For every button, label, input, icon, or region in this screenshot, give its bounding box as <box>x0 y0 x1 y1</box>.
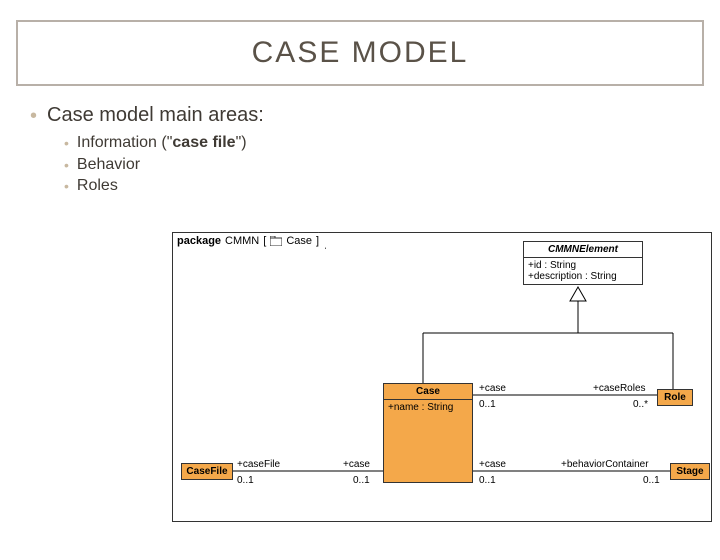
main-bullet-text: Case model main areas: <box>47 104 264 127</box>
class-attrs: +id : String +description : String <box>524 257 642 284</box>
assoc-mult: 0..1 <box>643 475 660 486</box>
attr: +description : String <box>528 271 638 282</box>
assoc-mult: 0..1 <box>479 475 496 486</box>
attr: +name : String <box>388 402 468 413</box>
assoc-mult: 0..* <box>633 399 648 410</box>
sub-bullet-text: Behavior <box>77 156 140 174</box>
class-name: Role <box>658 390 692 405</box>
class-attrs: +name : String <box>384 399 472 415</box>
info-pre: Information (" <box>77 134 173 151</box>
bullet-icon: • <box>64 156 69 176</box>
assoc-end: +caseFile <box>237 459 280 470</box>
assoc-mult: 0..1 <box>353 475 370 486</box>
sub-bullet-information: • Information ("case file") <box>64 134 690 154</box>
class-name: CaseFile <box>182 464 232 479</box>
class-name: Case <box>384 384 472 399</box>
class-case: Case +name : String <box>383 383 473 483</box>
info-post: ") <box>236 134 247 151</box>
bullet-icon: • <box>64 177 69 197</box>
assoc-end: +case <box>479 383 506 394</box>
info-bold: case file <box>172 134 235 151</box>
uml-diagram: package CMMN [ Case ] CMMNElement +id : … <box>172 232 712 522</box>
package-bracket: ] <box>316 235 319 247</box>
package-tab: package CMMN [ Case ] <box>172 232 326 249</box>
class-stage: Stage <box>670 463 710 480</box>
attr: +id : String <box>528 260 638 271</box>
package-bracket: [ <box>263 235 266 247</box>
main-bullet: • Case model main areas: <box>30 104 690 128</box>
class-name: Stage <box>671 464 709 479</box>
assoc-end: +case <box>343 459 370 470</box>
assoc-end: +caseRoles <box>593 383 646 394</box>
package-view: Case <box>286 235 312 247</box>
package-keyword: package <box>177 235 221 247</box>
sub-bullet-text: Roles <box>77 177 118 195</box>
slide-title: CASE MODEL <box>18 36 702 70</box>
assoc-end: +behaviorContainer <box>561 459 649 470</box>
bullet-icon: • <box>64 134 69 154</box>
package-name: CMMN <box>225 235 259 247</box>
class-role: Role <box>657 389 693 406</box>
assoc-mult: 0..1 <box>237 475 254 486</box>
sub-bullet-behavior: • Behavior <box>64 156 690 176</box>
assoc-mult: 0..1 <box>479 399 496 410</box>
sub-bullet-roles: • Roles <box>64 177 690 197</box>
assoc-end: +case <box>479 459 506 470</box>
sub-bullet-text: Information ("case file") <box>77 134 247 152</box>
class-casefile: CaseFile <box>181 463 233 480</box>
sub-bullet-list: • Information ("case file") • Behavior •… <box>64 134 690 197</box>
class-cmmn-element: CMMNElement +id : String +description : … <box>523 241 643 285</box>
class-name: CMMNElement <box>524 242 642 257</box>
bullet-icon: • <box>30 104 37 128</box>
content-area: • Case model main areas: • Information (… <box>0 86 720 197</box>
package-icon <box>270 236 282 246</box>
slide-title-box: CASE MODEL <box>16 20 704 86</box>
